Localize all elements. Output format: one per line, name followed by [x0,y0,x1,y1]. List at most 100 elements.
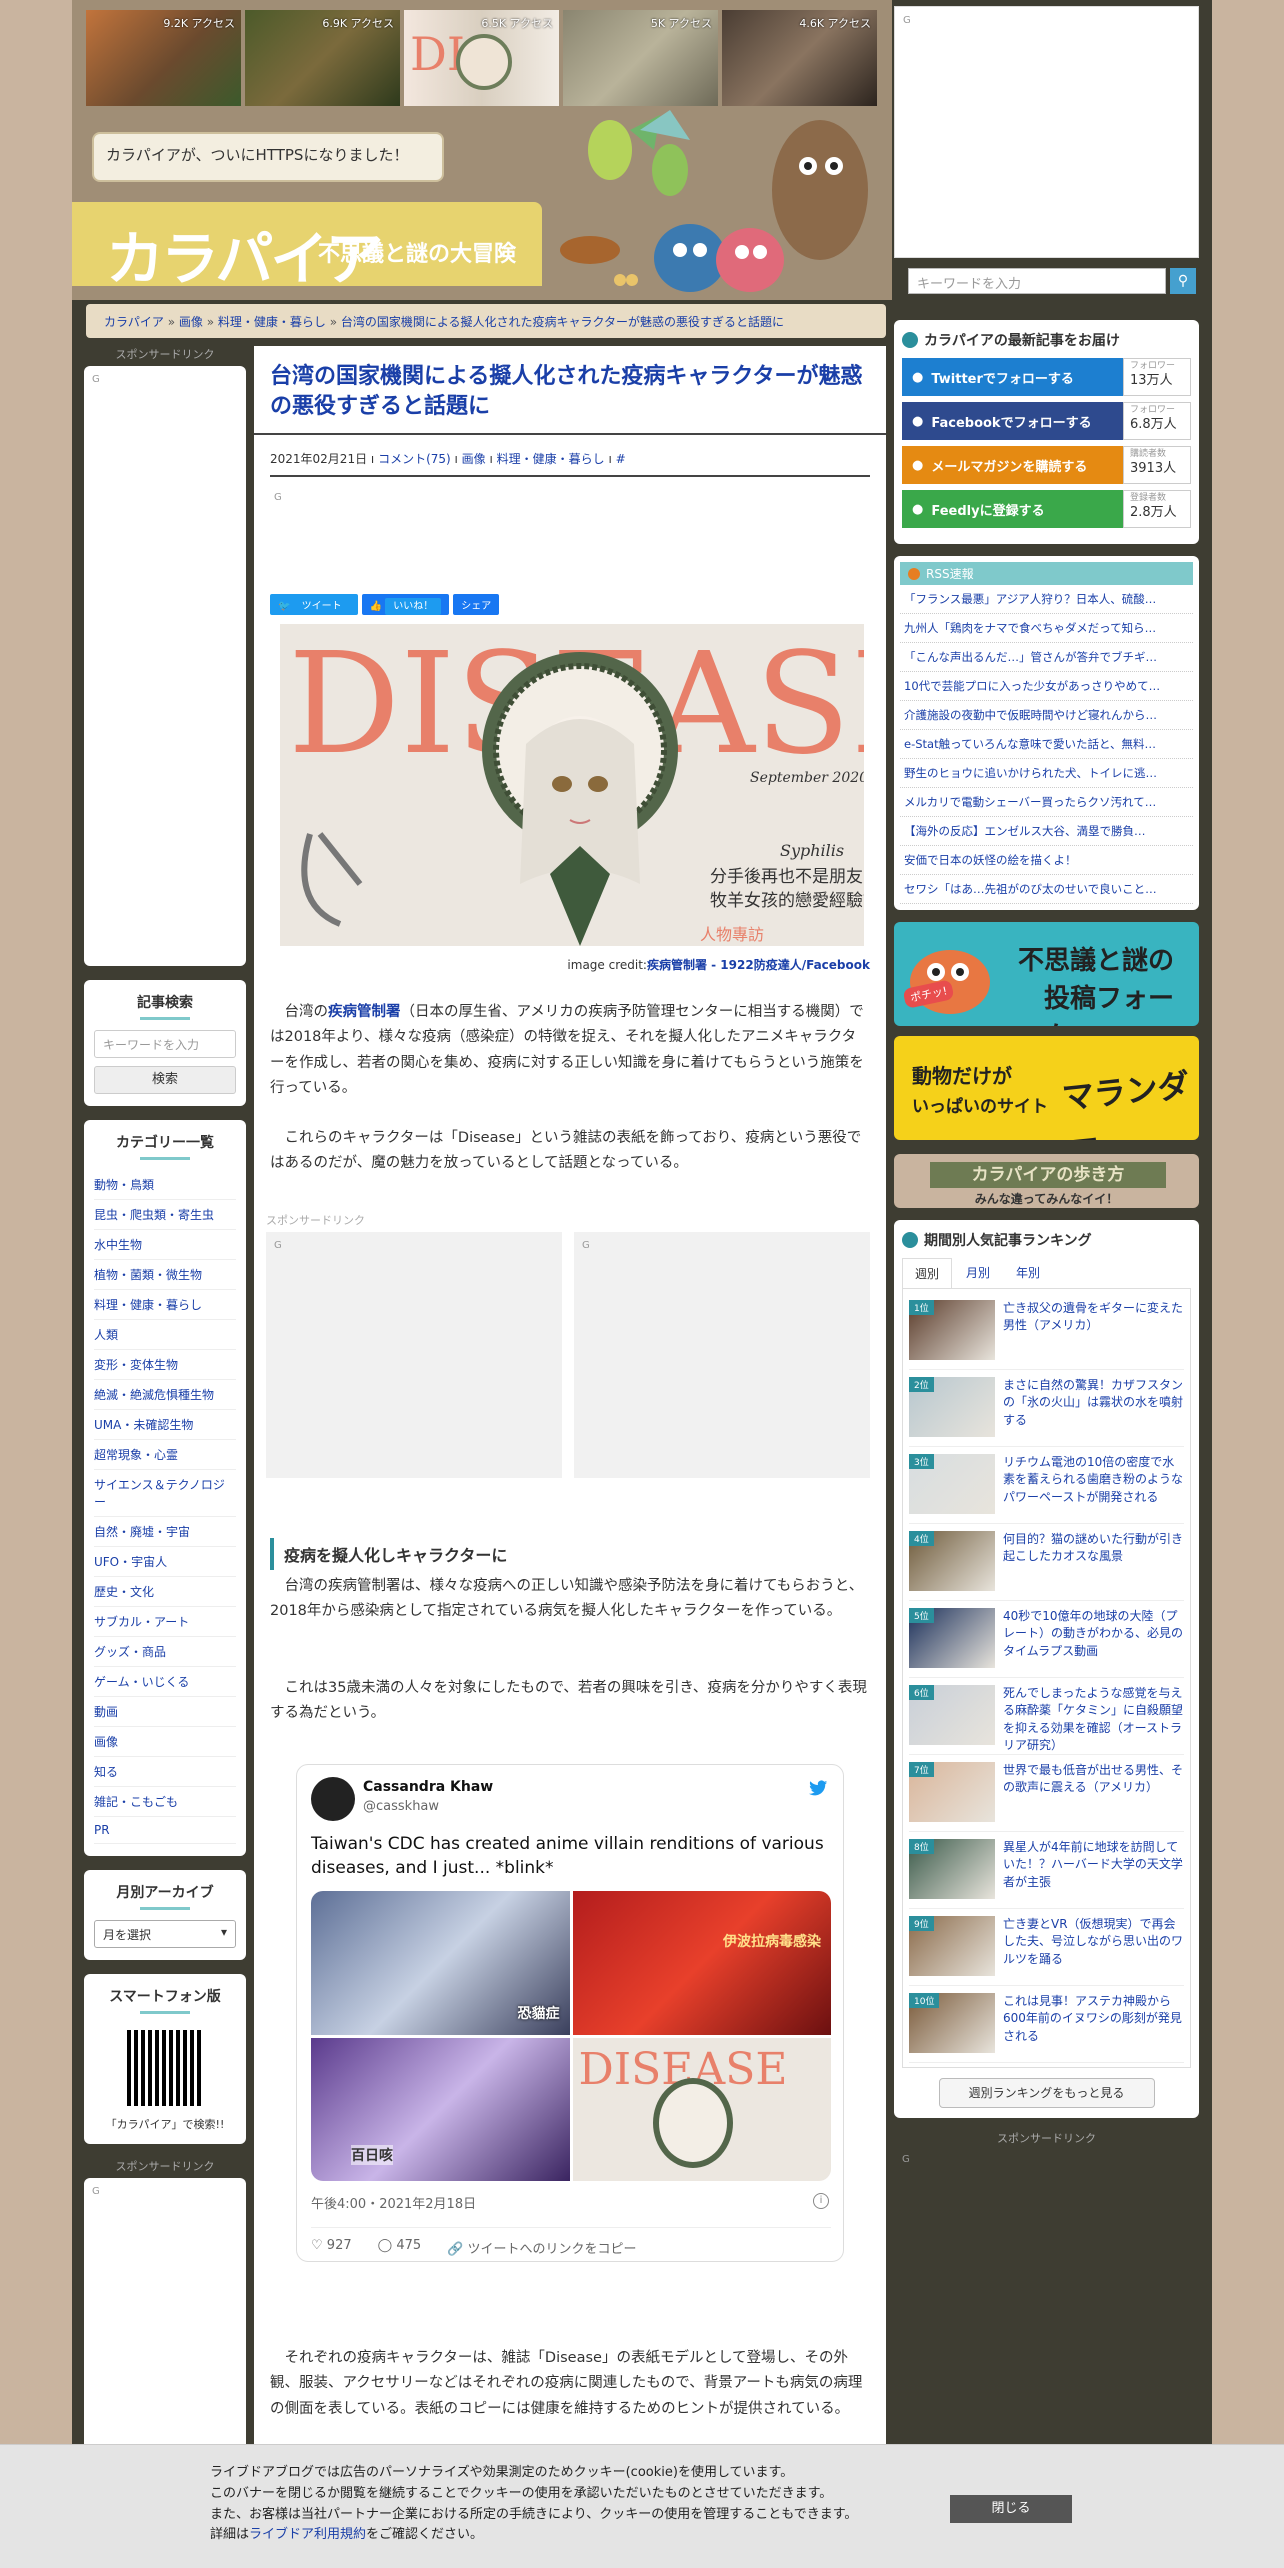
breadcrumb-images[interactable]: 画像 [179,315,203,329]
center-ad-slot-left[interactable]: G [266,1232,562,1478]
ranking-thumbnail[interactable]: 7位 [909,1762,995,1822]
ranking-item[interactable]: 3位 リチウム電池の10倍の密度で水素を蓄えられる歯磨き粉のようなパワーペーストが… [909,1447,1184,1524]
category-item[interactable]: PR [94,1817,236,1844]
category-item[interactable]: 人類 [94,1320,236,1350]
breadcrumb-category[interactable]: 料理・健康・暮らし [218,315,326,329]
category-item[interactable]: ゲーム・いじくる [94,1667,236,1697]
center-ad-slot-right[interactable]: G [574,1232,870,1478]
ranking-item[interactable]: 2位 まさに自然の驚異！カザフスタンの「氷の火山」は霧状の水を噴射する [909,1370,1184,1447]
tweet-reply-action[interactable]: ◯ 475 [378,2238,422,2257]
tweet-image[interactable]: 伊波拉病毒感染 [572,1891,831,2035]
credit-link[interactable]: 疾病管制署 - 1922防疫達人/Facebook [647,958,870,972]
category-item[interactable]: UFO・宇宙人 [94,1547,236,1577]
category-item[interactable]: 自然・廃墟・宇宙 [94,1517,236,1547]
sidebar-search-input[interactable]: キーワードを入力 [94,1030,236,1058]
tweet-like-action[interactable]: ♡ 927 [311,2238,352,2257]
ranking-thumbnail[interactable]: 5位 [909,1608,995,1668]
header-search-button[interactable]: ⚲ [1170,268,1196,294]
category-item[interactable]: UMA・未確認生物 [94,1410,236,1440]
rss-item[interactable]: 安価で日本の妖怪の絵を描くよ！ [900,846,1193,875]
info-icon[interactable]: i [813,2193,829,2209]
category-item[interactable]: サイエンス＆テクノロジー [94,1470,236,1517]
category-item[interactable]: 雑記・こもごも [94,1787,236,1817]
tweet-image-grid[interactable]: 恐貓症 伊波拉病毒感染 百日咳 DISEASE [311,1891,831,2181]
embedded-tweet[interactable]: Cassandra Khaw @casskhaw Taiwan's CDC ha… [296,1764,844,2262]
ranking-item-title[interactable]: これは見事！アステカ神殿から600年前のイヌワシの彫刻が発見される [1003,1993,1184,2055]
ranking-item-title[interactable]: 亡き叔父の遺骨をギターに変えた男性（アメリカ） [1003,1300,1184,1362]
cookie-close-button[interactable]: 閉じる [950,2495,1072,2523]
category-item[interactable]: 料理・健康・暮らし [94,1290,236,1320]
tab-monthly[interactable]: 月別 [954,1258,1002,1288]
category-link[interactable]: 料理・健康・暮らし [497,452,605,466]
popular-thumb[interactable]: 4.6K アクセス [722,10,877,106]
terms-link[interactable]: ライブドア利用規約 [249,2527,366,2542]
submission-form-banner[interactable]: ポチッ! 不思議と謎の 投稿フォーム [894,922,1199,1026]
tweet-copy-link-action[interactable]: 🔗 ツイートへのリンクをコピー [447,2238,636,2257]
ranking-item[interactable]: 1位 亡き叔父の遺骨をギターに変えた男性（アメリカ） [909,1293,1184,1370]
left-ad-slot[interactable]: G [84,366,246,966]
category-item[interactable]: 動画 [94,1697,236,1727]
ranking-item-title[interactable]: 死んでしまったような感覚を与える麻酔薬「ケタミン」に自殺願望を抑える効果を確認（… [1003,1685,1184,1752]
permalink[interactable]: # [616,452,626,466]
category-item[interactable]: 植物・菌類・微生物 [94,1260,236,1290]
tab-yearly[interactable]: 年別 [1004,1258,1052,1288]
follow-button[interactable]: ● Facebookでフォローする [902,402,1123,440]
tweet-date[interactable]: 午後4:00・2021年2月18日 [311,2193,476,2212]
ranking-thumbnail[interactable]: 1位 [909,1300,995,1360]
ranking-item-title[interactable]: 亡き妻とVR（仮想現実）で再会した夫、号泣しながら思い出のワルツを踊る [1003,1916,1184,1978]
tweet-image[interactable]: 恐貓症 [311,1891,570,2035]
like-button[interactable]: 👍 いいね！ [361,594,450,615]
rss-item[interactable]: 介護施設の夜勤中で仮眠時間やけど寝れんから… [900,701,1193,730]
avatar[interactable] [311,1777,355,1821]
ranking-thumbnail[interactable]: 9位 [909,1916,995,1976]
article-title[interactable]: 台湾の国家機関による擬人化された疫病キャラクターが魅惑の悪役すぎると話題に [254,362,886,436]
rss-item[interactable]: 「こんな声出るんだ…」管さんが答弁でブチギ… [900,643,1193,672]
ranking-thumbnail[interactable]: 8位 [909,1839,995,1899]
category-item[interactable]: グッズ・商品 [94,1637,236,1667]
popular-thumb[interactable]: DIS 6.5K アクセス [404,10,559,106]
rss-item[interactable]: 九州人「鶏肉をナマで食べちゃダメだって知ら… [900,614,1193,643]
category-item[interactable]: 歴史・文化 [94,1577,236,1607]
rss-item[interactable]: 10代で芸能プロに入った少女があっさりやめて… [900,672,1193,701]
ranking-item[interactable]: 8位 異星人が4年前に地球を訪問していた！？ハーバード大学の天文学者が主張 [909,1832,1184,1909]
popular-thumb[interactable]: 5K アクセス [563,10,718,106]
rss-item[interactable]: セワシ「はあ…先祖がのび太のせいで良いこと… [900,875,1193,904]
ranking-item-title[interactable]: 40秒で10億年の地球の大陸（プレート）の動きがわかる、必見のタイムラプス動画 [1003,1608,1184,1670]
twitter-bird-icon[interactable] [807,1777,829,1799]
share-button[interactable]: シェア [453,594,500,615]
ranking-item[interactable]: 9位 亡き妻とVR（仮想現実）で再会した夫、号泣しながら思い出のワルツを踊る [909,1909,1184,1986]
tab-weekly[interactable]: 週別 [902,1258,953,1288]
header-search-input[interactable]: キーワードを入力 [908,268,1166,294]
ranking-thumbnail[interactable]: 4位 [909,1531,995,1591]
ranking-item-title[interactable]: まさに自然の驚異！カザフスタンの「氷の火山」は霧状の水を噴射する [1003,1377,1184,1439]
category-item[interactable]: 水中生物 [94,1230,236,1260]
ranking-item[interactable]: 7位 世界で最も低音が出せる男性、その歌声に震える（アメリカ） [909,1755,1184,1832]
category-item[interactable]: サブカル・アート [94,1607,236,1637]
comments-link[interactable]: コメント(75) [378,452,451,466]
tweet-image[interactable]: 百日咳 [311,2037,570,2181]
ranking-item-title[interactable]: 世界で最も低音が出せる男性、その歌声に震える（アメリカ） [1003,1762,1184,1824]
ranking-item[interactable]: 6位 死んでしまったような感覚を与える麻酔薬「ケタミン」に自殺願望を抑える効果を確… [909,1678,1184,1755]
follow-button[interactable]: ● Twitterでフォローする [902,358,1123,396]
ranking-item-title[interactable]: リチウム電池の10倍の密度で水素を蓄えられる歯磨き粉のようなパワーペーストが開発… [1003,1454,1184,1516]
category-item[interactable]: 知る [94,1757,236,1787]
tweet-author-name[interactable]: Cassandra Khaw [363,1779,493,1795]
ranking-item[interactable]: 10位 これは見事！アステカ神殿から600年前のイヌワシの彫刻が発見される [909,1986,1184,2063]
rss-item[interactable]: 【海外の反応】エンゼルス大谷、満塁で勝負… [900,817,1193,846]
rss-item[interactable]: 「フランス最悪」アジア人狩り？日本人、硫酸… [900,585,1193,614]
popular-thumb[interactable]: 6.9K アクセス [245,10,400,106]
top-ad-slot[interactable]: G [894,6,1199,258]
ranking-item[interactable]: 5位 40秒で10億年の地球の大陸（プレート）の動きがわかる、必見のタイムラプス動… [909,1601,1184,1678]
sidebar-search-button[interactable]: 検索 [94,1066,236,1094]
rss-item[interactable]: メルカリで電動シェーバー買ったらクソ汚れて… [900,788,1193,817]
ranking-thumbnail[interactable]: 3位 [909,1454,995,1514]
right-ad-slot[interactable]: G [894,2146,1199,2166]
category-item[interactable]: 画像 [94,1727,236,1757]
follow-button[interactable]: ● Feedlyに登録する [902,490,1123,528]
site-logo[interactable]: カラパイア 不思議と謎の大冒険 [72,202,542,293]
ranking-thumbnail[interactable]: 2位 [909,1377,995,1437]
malander-banner[interactable]: 動物だけが いっぱいのサイト マランダー [894,1036,1199,1140]
category-item[interactable]: 超常現象・心霊 [94,1440,236,1470]
more-ranking-button[interactable]: 週別ランキングをもっと見る [938,2078,1155,2108]
popular-thumb[interactable]: 9.2K アクセス [86,10,241,106]
